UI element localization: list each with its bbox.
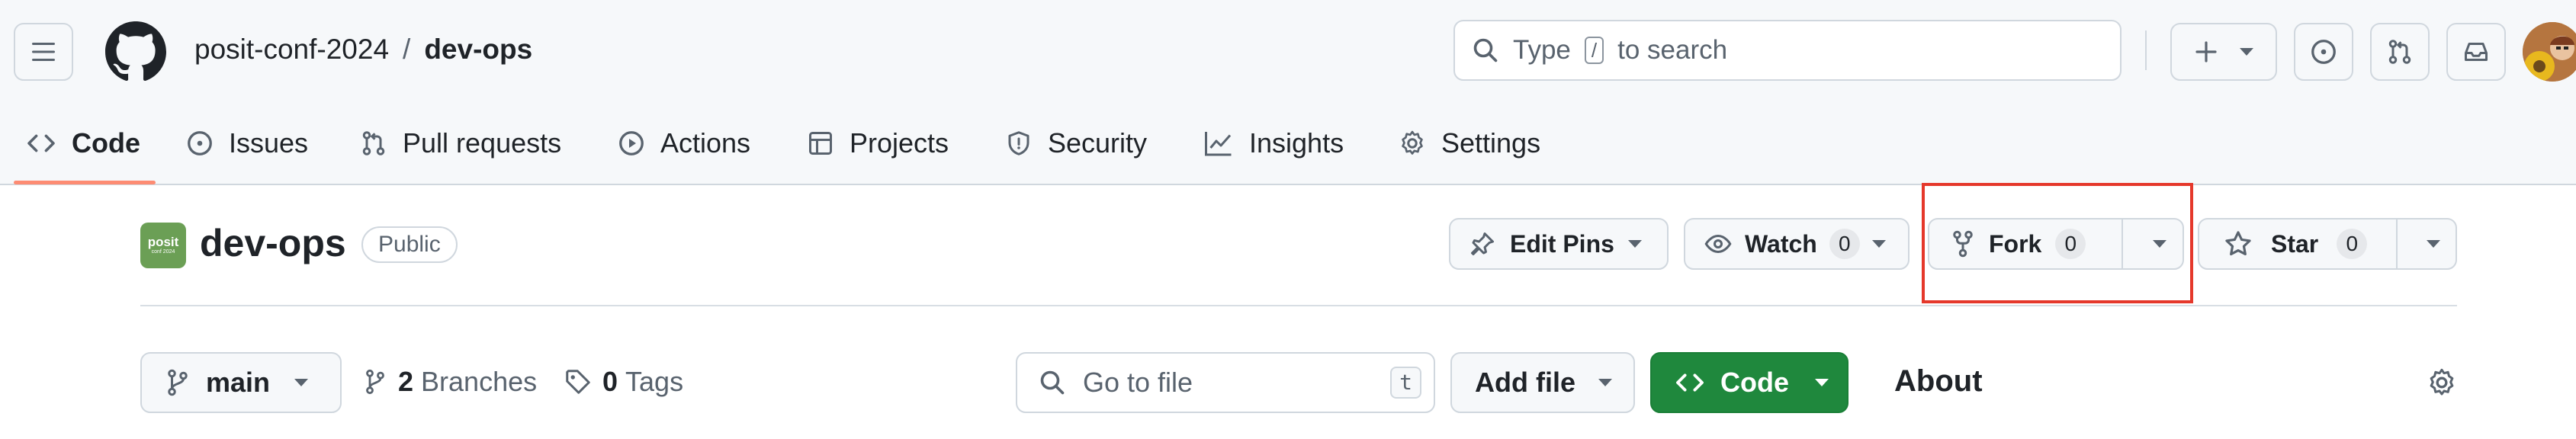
watch-label: Watch xyxy=(1745,229,1817,258)
star-button[interactable]: Star 0 xyxy=(2198,218,2457,270)
tab-projects[interactable]: Projects xyxy=(807,120,949,166)
code-button-label: Code xyxy=(1720,367,1789,398)
tab-label: Settings xyxy=(1441,127,1541,159)
chevron-down-icon xyxy=(2427,240,2440,248)
issue-opened-icon xyxy=(186,130,214,157)
menu-button[interactable] xyxy=(14,23,73,81)
visibility-badge: Public xyxy=(361,226,458,263)
tab-pull-requests[interactable]: Pull requests xyxy=(360,120,561,166)
hamburger-icon xyxy=(31,41,56,62)
active-tab-underline xyxy=(14,181,156,184)
shield-icon xyxy=(1005,130,1033,157)
tags-count: 0 xyxy=(602,366,618,397)
chevron-down-icon xyxy=(1871,240,1886,248)
create-new-button[interactable] xyxy=(2170,23,2277,81)
fork-highlight-box xyxy=(1922,183,2193,303)
breadcrumb-repo[interactable]: dev-ops xyxy=(424,34,532,66)
git-pull-request-icon xyxy=(2386,38,2414,66)
chevron-down-icon xyxy=(1815,379,1829,386)
tags-link[interactable]: 0 Tags xyxy=(564,366,683,398)
issue-opened-icon xyxy=(2310,38,2337,66)
gear-icon xyxy=(1399,130,1426,157)
git-pull-request-icon xyxy=(360,130,387,157)
breadcrumb-separator: / xyxy=(403,34,411,65)
global-header: posit-conf-2024 / dev-ops Type / to sear… xyxy=(0,0,2576,185)
plus-icon xyxy=(2194,40,2218,64)
star-count: 0 xyxy=(2337,229,2368,259)
repo-logo: posit conf 2024 xyxy=(140,223,186,268)
watch-count: 0 xyxy=(1829,229,1860,259)
chevron-down-icon xyxy=(2240,48,2253,56)
breadcrumb-owner[interactable]: posit-conf-2024 xyxy=(194,34,389,66)
branch-name: main xyxy=(206,367,271,398)
repo-logo-text: posit xyxy=(147,235,179,249)
repo-logo-subtext: conf 2024 xyxy=(151,249,175,255)
issues-shortcut-button[interactable] xyxy=(2294,23,2353,81)
add-file-label: Add file xyxy=(1475,367,1575,398)
avatar[interactable] xyxy=(2523,22,2576,82)
branches-count: 2 xyxy=(398,366,414,397)
search-icon xyxy=(1472,37,1499,64)
git-branch-icon xyxy=(166,369,189,396)
graph-icon xyxy=(1203,130,1234,157)
tab-insights[interactable]: Insights xyxy=(1203,120,1344,166)
code-button[interactable]: Code xyxy=(1650,352,1848,413)
tab-actions[interactable]: Actions xyxy=(618,120,750,166)
global-search-input[interactable]: Type / to search xyxy=(1453,20,2122,81)
gear-icon[interactable] xyxy=(2427,367,2457,398)
tags-label: Tags xyxy=(625,366,684,397)
tag-icon xyxy=(564,368,592,396)
code-icon xyxy=(26,131,56,155)
play-icon xyxy=(618,130,645,157)
tab-issues[interactable]: Issues xyxy=(186,120,308,166)
star-dropdown[interactable] xyxy=(2411,220,2456,268)
about-heading: About xyxy=(1894,364,1983,398)
header-divider xyxy=(2145,30,2147,70)
github-logo-icon[interactable] xyxy=(105,21,166,82)
edit-pins-label: Edit Pins xyxy=(1510,229,1614,258)
search-icon xyxy=(1039,369,1066,396)
tab-label: Insights xyxy=(1249,127,1344,159)
add-file-button[interactable]: Add file xyxy=(1450,352,1635,413)
pull-requests-shortcut-button[interactable] xyxy=(2370,23,2430,81)
tab-label: Security xyxy=(1048,127,1148,159)
tab-label: Code xyxy=(72,127,140,159)
tab-label: Projects xyxy=(850,127,949,159)
search-placeholder-suffix: to search xyxy=(1617,35,1728,65)
search-shortcut-key: / xyxy=(1584,37,1604,64)
chevron-down-icon xyxy=(294,379,309,386)
branches-link[interactable]: 2 Branches xyxy=(365,366,537,398)
star-main[interactable]: Star 0 xyxy=(2199,220,2398,268)
star-label: Star xyxy=(2271,229,2319,258)
inbox-button[interactable] xyxy=(2446,23,2506,81)
branches-label: Branches xyxy=(421,366,538,397)
chevron-down-icon xyxy=(1627,240,1642,248)
go-to-file-shortcut-key: t xyxy=(1390,367,1421,399)
git-branch-icon xyxy=(365,368,386,396)
branch-selector[interactable]: main xyxy=(140,352,342,413)
tab-label: Pull requests xyxy=(403,127,562,159)
search-placeholder-prefix: Type xyxy=(1513,35,1571,65)
tab-code[interactable]: Code xyxy=(26,120,140,166)
repo-name[interactable]: dev-ops xyxy=(200,221,346,265)
eye-icon xyxy=(1704,230,1733,258)
tab-security[interactable]: Security xyxy=(1005,120,1147,166)
inbox-icon xyxy=(2462,38,2490,66)
watch-button[interactable]: Watch 0 xyxy=(1684,218,1910,270)
tab-label: Issues xyxy=(229,127,309,159)
tab-label: Actions xyxy=(660,127,751,159)
tab-settings[interactable]: Settings xyxy=(1399,120,1540,166)
go-to-file-input[interactable]: Go to file t xyxy=(1016,352,1435,413)
table-icon xyxy=(807,130,834,157)
edit-pins-button[interactable]: Edit Pins xyxy=(1449,218,1669,270)
code-icon xyxy=(1675,370,1705,395)
breadcrumb: posit-conf-2024 / dev-ops xyxy=(194,34,532,66)
chevron-down-icon xyxy=(1598,379,1612,386)
title-divider xyxy=(140,305,2457,306)
go-to-file-placeholder: Go to file xyxy=(1083,367,1193,398)
star-icon xyxy=(2224,229,2253,258)
pin-icon xyxy=(1469,230,1496,258)
